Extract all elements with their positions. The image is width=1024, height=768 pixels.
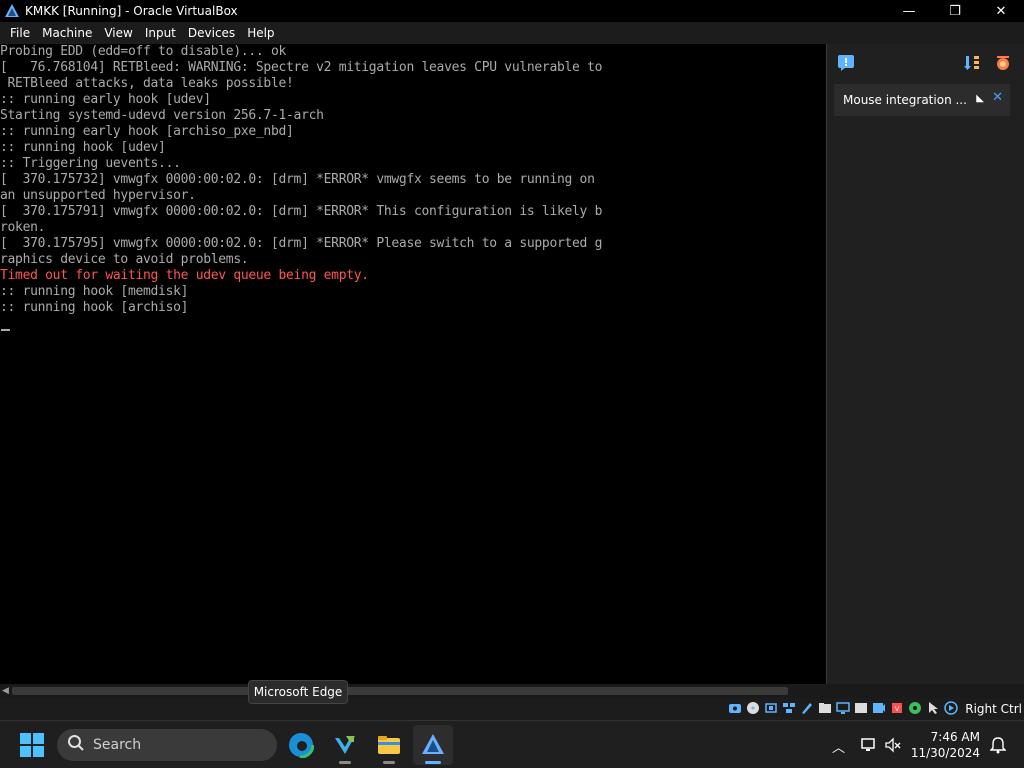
- side-panel-toolbar: [827, 44, 1024, 80]
- virtualbox-app-icon: [3, 2, 21, 20]
- console-line: [ 370.175791] vmwgfx 0000:00:02.0: [drm]…: [0, 204, 603, 219]
- scroll-left-icon[interactable]: ◀: [2, 686, 9, 696]
- console-line: RETBleed attacks, data leaks possible!: [0, 76, 294, 91]
- menu-input[interactable]: Input: [139, 22, 182, 44]
- windows-taskbar: Search ︿ 7:46 AM 11/30/2024: [0, 720, 1024, 768]
- usb-icon[interactable]: [800, 701, 814, 715]
- chevron-up-icon[interactable]: ︿: [832, 737, 845, 756]
- console-line: an unsupported hypervisor.: [0, 188, 196, 203]
- microsoft-edge-icon: [288, 732, 314, 758]
- hard-disk-icon[interactable]: [728, 701, 742, 715]
- console-line: :: running early hook [udev]: [0, 92, 211, 107]
- menu-machine[interactable]: Machine: [36, 22, 98, 44]
- volume-muted-icon[interactable]: [884, 736, 902, 758]
- taskbar-visual-studio[interactable]: [325, 725, 365, 765]
- taskbar-edge[interactable]: [281, 725, 321, 765]
- notification-side-panel: Mouse integration ... ◣ ✕: [826, 44, 1024, 684]
- windows-start-icon[interactable]: [20, 733, 44, 757]
- horizontal-scrollbar[interactable]: ◀: [0, 684, 1024, 698]
- clock-date: 11/30/2024: [910, 746, 980, 760]
- notification-bell-icon[interactable]: [989, 736, 1007, 758]
- network-status-icon[interactable]: [860, 736, 878, 758]
- menu-help[interactable]: Help: [241, 22, 280, 44]
- console-line: [ 76.768104] RETBleed: WARNING: Spectre …: [0, 60, 603, 75]
- running-indicator: [383, 761, 395, 764]
- virtualbox-icon: [422, 734, 444, 754]
- keyboard-capture-icon[interactable]: [944, 701, 958, 715]
- folder-icon: [378, 736, 400, 754]
- console-line: [ 370.175732] vmwgfx 0000:00:02.0: [drm]…: [0, 172, 595, 187]
- close-button[interactable]: ✕: [978, 0, 1024, 22]
- visual-studio-icon: [335, 736, 355, 754]
- optical-drive-icon[interactable]: [746, 701, 760, 715]
- message-icon[interactable]: [836, 53, 856, 73]
- recording-icon[interactable]: [872, 701, 886, 715]
- search-placeholder: Search: [93, 737, 142, 753]
- minimize-button[interactable]: —: [886, 0, 932, 22]
- title-bar: KMKK [Running] - Oracle VirtualBox — ❐ ✕: [0, 0, 1024, 22]
- tooltip-microsoft-edge: Microsoft Edge: [248, 680, 348, 704]
- search-icon: [67, 734, 85, 756]
- window-title: KMKK [Running] - Oracle VirtualBox: [25, 4, 238, 18]
- menu-devices[interactable]: Devices: [182, 22, 241, 44]
- guest-additions-icon[interactable]: [908, 701, 922, 715]
- status-icons: V: [728, 701, 958, 715]
- system-clock[interactable]: 7:46 AM 11/30/2024: [911, 729, 980, 761]
- vm-console[interactable]: Probing EDD (edd=off to disable)... ok […: [0, 44, 826, 684]
- console-line: :: running early hook [archiso_pxe_nbd]: [0, 124, 294, 139]
- window-controls: — ❐ ✕: [886, 0, 1024, 22]
- active-indicator: [425, 761, 441, 764]
- pin-icon[interactable]: ◣: [976, 93, 984, 104]
- console-line: :: running hook [udev]: [0, 140, 166, 155]
- audio-icon[interactable]: [764, 701, 778, 715]
- shared-folders-icon[interactable]: [818, 701, 832, 715]
- close-notification-icon[interactable]: ✕: [992, 90, 1003, 105]
- clear-notifications-icon[interactable]: [993, 53, 1013, 73]
- taskbar-search[interactable]: Search: [57, 729, 277, 761]
- notification-text: Mouse integration ...: [843, 93, 967, 107]
- console-line: [ 370.175795] vmwgfx 0000:00:02.0: [drm]…: [0, 236, 603, 251]
- scrollbar-thumb[interactable]: [12, 687, 788, 695]
- vm-status-bar: V Right Ctrl: [0, 698, 1024, 720]
- taskbar-virtualbox[interactable]: [413, 725, 453, 765]
- running-indicator: [339, 761, 351, 764]
- console-line: raphics device to avoid problems.: [0, 252, 249, 267]
- menu-view[interactable]: View: [98, 22, 138, 44]
- mouse-integration-icon[interactable]: [926, 701, 940, 715]
- video-capture-icon[interactable]: [854, 701, 868, 715]
- console-line: Probing EDD (edd=off to disable)... ok: [0, 44, 287, 59]
- menu-file[interactable]: File: [4, 22, 36, 44]
- network-icon[interactable]: [782, 701, 796, 715]
- mouse-pointer-icon: [297, 760, 306, 768]
- notification-mouse-integration[interactable]: Mouse integration ... ◣ ✕: [834, 84, 1010, 116]
- host-key-label: Right Ctrl: [965, 702, 1022, 716]
- clock-time: 7:46 AM: [930, 730, 980, 744]
- virtualization-icon[interactable]: V: [890, 701, 904, 715]
- console-error-line: Timed out for waiting the udev queue bei…: [0, 268, 369, 283]
- console-line: roken.: [0, 220, 46, 235]
- console-line: :: running hook [memdisk]: [0, 284, 189, 299]
- console-line: :: running hook [archiso]: [0, 300, 189, 315]
- maximize-button[interactable]: ❐: [932, 0, 978, 22]
- svg-text:V: V: [895, 705, 900, 713]
- menu-bar: File Machine View Input Devices Help: [0, 22, 1024, 44]
- console-line: Starting systemd-udevd version 256.7-1-a…: [0, 108, 324, 123]
- taskbar-file-explorer[interactable]: [369, 725, 409, 765]
- text-cursor: [1, 329, 10, 331]
- console-line: :: Triggering uevents...: [0, 156, 181, 171]
- display-icon[interactable]: [836, 701, 850, 715]
- sort-icon[interactable]: [962, 53, 982, 73]
